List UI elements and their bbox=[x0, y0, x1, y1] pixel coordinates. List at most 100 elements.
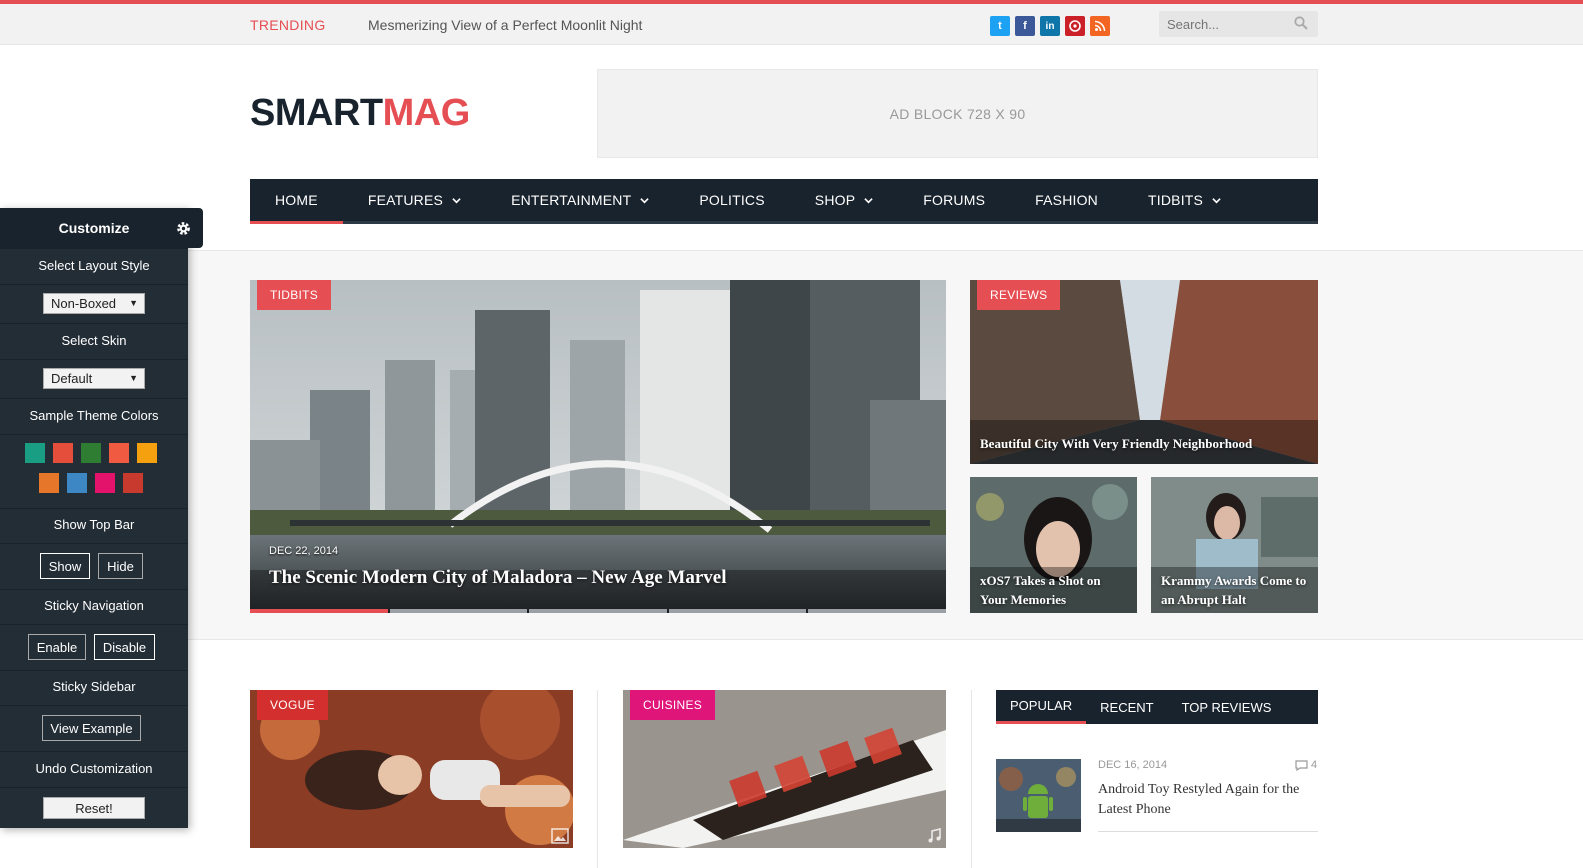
nav-item-shop[interactable]: SHOP bbox=[790, 179, 898, 221]
city-bridge-image bbox=[250, 280, 946, 613]
color-swatch[interactable] bbox=[67, 473, 87, 493]
customize-title: Customize bbox=[58, 220, 130, 236]
panel-divider bbox=[0, 434, 188, 435]
color-swatch[interactable] bbox=[123, 473, 143, 493]
category-badge[interactable]: TIDBITS bbox=[257, 280, 332, 310]
panel-divider bbox=[0, 398, 188, 399]
panel-divider bbox=[0, 787, 188, 788]
top-bar: TRENDING Mesmerizing View of a Perfect M… bbox=[0, 4, 1583, 45]
slider-dot[interactable] bbox=[529, 609, 667, 613]
tab-popular[interactable]: POPULAR bbox=[996, 690, 1087, 724]
post-title[interactable]: Beautiful City With Very Friendly Neighb… bbox=[980, 436, 1252, 452]
linkedin-icon[interactable]: in bbox=[1040, 16, 1060, 36]
slider-dot[interactable] bbox=[389, 609, 528, 613]
featured-small-post[interactable]: xOS7 Takes a Shot on Your Memories bbox=[970, 477, 1137, 613]
nav-item-tidbits[interactable]: TIDBITS bbox=[1123, 179, 1246, 221]
layout-style-select[interactable]: Non-Boxed ▼ bbox=[43, 293, 145, 314]
category-badge[interactable]: VOGUE bbox=[257, 690, 328, 720]
skin-select[interactable]: Default ▼ bbox=[43, 368, 145, 389]
twitter-icon[interactable]: t bbox=[990, 16, 1010, 36]
comment-icon bbox=[1295, 759, 1308, 771]
post-thumbnail[interactable] bbox=[996, 759, 1081, 832]
dropdown-arrow-icon: ▼ bbox=[129, 373, 138, 383]
color-swatch[interactable] bbox=[53, 443, 73, 463]
tab-recent[interactable]: RECENT bbox=[1086, 690, 1167, 724]
panel-divider bbox=[0, 751, 188, 752]
nav-item-entertainment[interactable]: ENTERTAINMENT bbox=[486, 179, 674, 221]
color-swatch[interactable] bbox=[137, 443, 157, 463]
image-format-icon bbox=[551, 828, 569, 844]
featured-main-post[interactable]: TIDBITS DEC 22, 2014 The Scenic Modern C… bbox=[250, 280, 946, 613]
color-swatch[interactable] bbox=[25, 443, 45, 463]
theme-colors-label: Sample Theme Colors bbox=[29, 408, 159, 423]
panel-divider bbox=[0, 508, 188, 509]
tab-top-reviews[interactable]: TOP REVIEWS bbox=[1168, 690, 1286, 724]
color-swatch[interactable] bbox=[39, 473, 59, 493]
android-toy-image bbox=[996, 759, 1081, 832]
panel-divider bbox=[0, 670, 188, 671]
social-links: t f in bbox=[990, 16, 1110, 36]
post-title-link[interactable]: Android Toy Restyled Again for the Lates… bbox=[1098, 780, 1318, 820]
nav-item-home[interactable]: HOME bbox=[250, 179, 343, 224]
post-separator bbox=[1098, 831, 1318, 832]
skin-label: Select Skin bbox=[61, 333, 127, 348]
pinterest-icon[interactable] bbox=[1065, 16, 1085, 36]
column-divider bbox=[971, 690, 972, 868]
hide-top-bar-button[interactable]: Hide bbox=[98, 553, 143, 579]
post-title[interactable]: The Scenic Modern City of Maladora – New… bbox=[269, 567, 727, 589]
category-badge[interactable]: CUISINES bbox=[630, 690, 716, 720]
gear-icon[interactable] bbox=[175, 220, 192, 237]
post-title[interactable]: Krammy Awards Come to an Abrupt Halt bbox=[1161, 571, 1316, 609]
slider-dot[interactable] bbox=[808, 609, 946, 613]
panel-divider bbox=[0, 543, 188, 544]
search-box bbox=[1159, 11, 1318, 37]
color-swatch[interactable] bbox=[95, 473, 115, 493]
undo-customization-label: Undo Customization bbox=[35, 761, 153, 776]
color-swatch[interactable] bbox=[109, 443, 129, 463]
column-divider bbox=[597, 690, 598, 868]
sticky-sidebar-label: Sticky Sidebar bbox=[52, 679, 136, 694]
chevron-down-icon bbox=[864, 197, 873, 203]
nav-item-politics[interactable]: POLITICS bbox=[674, 179, 789, 221]
post-card[interactable]: CUISINES bbox=[623, 690, 946, 848]
enable-sticky-nav-button[interactable]: Enable bbox=[28, 634, 86, 660]
color-swatch[interactable] bbox=[81, 443, 101, 463]
sidebar-tabs: POPULAR RECENT TOP REVIEWS bbox=[996, 690, 1318, 724]
slider-dot[interactable] bbox=[668, 609, 807, 613]
facebook-icon[interactable]: f bbox=[1015, 16, 1035, 36]
panel-divider bbox=[0, 284, 188, 285]
slider-pager bbox=[250, 609, 946, 613]
post-card[interactable]: VOGUE bbox=[250, 690, 573, 848]
search-input[interactable] bbox=[1159, 11, 1287, 37]
slider-dot[interactable] bbox=[250, 609, 388, 613]
customize-panel-header: Customize bbox=[0, 208, 203, 248]
site-logo[interactable]: SMARTMAG bbox=[250, 92, 470, 135]
category-badge[interactable]: REVIEWS bbox=[977, 280, 1061, 310]
rss-icon[interactable] bbox=[1090, 16, 1110, 36]
panel-divider bbox=[0, 624, 188, 625]
post-title[interactable]: xOS7 Takes a Shot on Your Memories bbox=[980, 571, 1130, 609]
ad-block[interactable]: AD BLOCK 728 X 90 bbox=[597, 69, 1318, 158]
show-top-bar-button[interactable]: Show bbox=[40, 553, 90, 579]
chevron-down-icon bbox=[452, 197, 461, 203]
trending-label: TRENDING bbox=[250, 17, 326, 33]
view-example-button[interactable]: View Example bbox=[42, 715, 141, 741]
nav-item-fashion[interactable]: FASHION bbox=[1010, 179, 1123, 221]
trending-headline-link[interactable]: Mesmerizing View of a Perfect Moonlit Ni… bbox=[368, 17, 642, 33]
nav-item-features[interactable]: FEATURES bbox=[343, 179, 486, 221]
panel-divider bbox=[0, 705, 188, 706]
featured-side-post[interactable]: REVIEWS Beautiful City With Very Friendl… bbox=[970, 280, 1318, 464]
layout-style-label: Select Layout Style bbox=[38, 258, 150, 273]
reset-button[interactable]: Reset! bbox=[43, 797, 145, 819]
disable-sticky-nav-button[interactable]: Disable bbox=[94, 634, 155, 660]
nav-item-forums[interactable]: FORUMS bbox=[898, 179, 1010, 221]
panel-divider bbox=[0, 589, 188, 590]
panel-divider bbox=[0, 248, 188, 249]
panel-divider bbox=[0, 359, 188, 360]
comment-count[interactable]: 4 bbox=[1295, 759, 1317, 771]
audio-format-icon bbox=[928, 828, 941, 843]
search-icon[interactable] bbox=[1294, 16, 1308, 30]
chevron-down-icon bbox=[640, 197, 650, 203]
featured-small-post[interactable]: Krammy Awards Come to an Abrupt Halt bbox=[1151, 477, 1318, 613]
sticky-navigation-label: Sticky Navigation bbox=[44, 598, 144, 613]
